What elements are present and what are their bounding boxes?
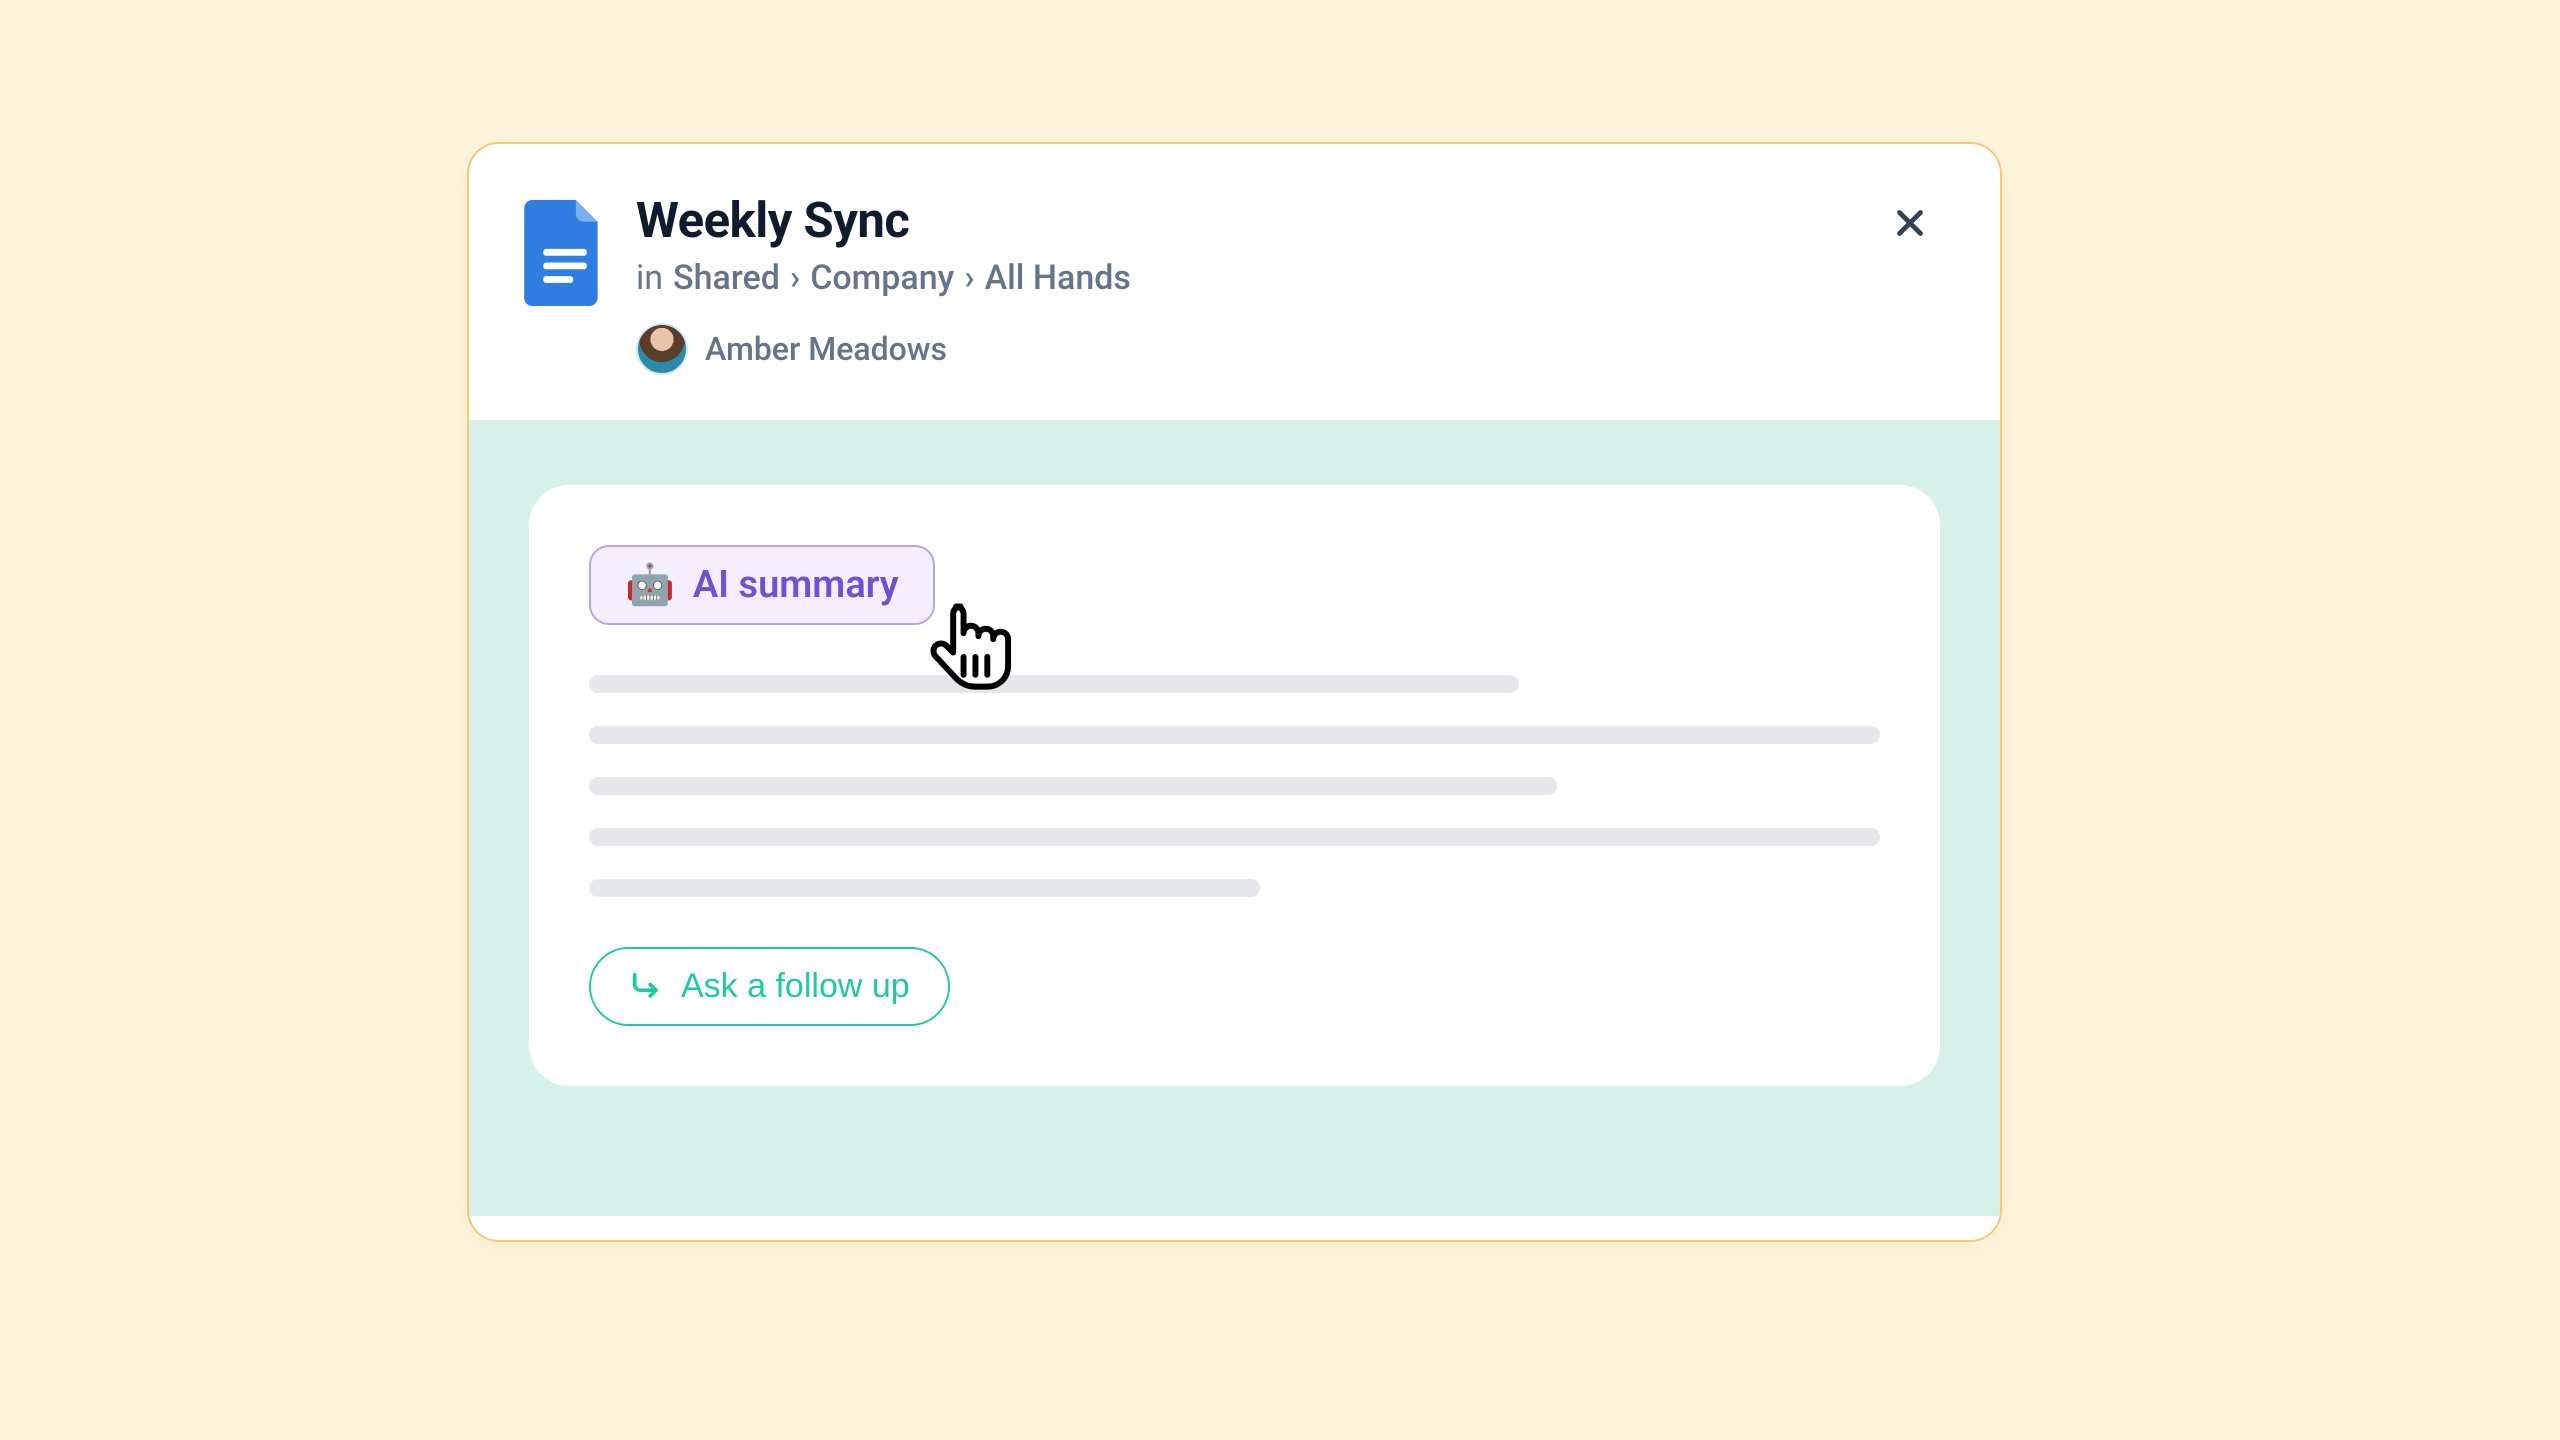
placeholder-line [589,828,1880,846]
placeholder-line [589,777,1557,795]
placeholder-line [589,726,1880,744]
summary-card: 🤖 AI summary Ask a follow up [529,485,1940,1086]
ai-summary-button[interactable]: 🤖 AI summary [589,545,935,625]
ai-summary-label: AI summary [693,563,899,607]
avatar[interactable] [636,323,688,375]
summary-placeholder [589,675,1880,897]
placeholder-line [589,675,1519,693]
panel-body: 🤖 AI summary Ask a follow up [469,420,2000,1216]
placeholder-line [589,879,1260,897]
breadcrumb-item[interactable]: All Hands [985,258,1131,298]
close-icon [1892,205,1928,244]
document-preview-panel: Weekly Sync in Shared › Company › All Ha… [467,142,2002,1242]
author-name: Amber Meadows [705,330,947,368]
document-title: Weekly Sync [636,194,1930,248]
robot-icon: 🤖 [625,565,675,605]
ask-follow-up-button[interactable]: Ask a follow up [589,947,950,1026]
follow-up-label: Ask a follow up [681,967,910,1006]
breadcrumb: in Shared › Company › All Hands [636,258,1930,298]
close-button[interactable] [1882,196,1938,252]
breadcrumb-item[interactable]: Shared [673,258,780,298]
breadcrumb-separator: › [790,258,800,298]
title-block: Weekly Sync in Shared › Company › All Ha… [636,194,1930,375]
breadcrumb-item[interactable]: Company [810,258,954,298]
reply-arrow-icon [629,969,663,1003]
panel-header: Weekly Sync in Shared › Company › All Ha… [469,144,2000,420]
breadcrumb-prefix: in [636,258,663,298]
author-row: Amber Meadows [636,323,1930,375]
google-doc-icon [524,200,606,310]
breadcrumb-separator: › [964,258,974,298]
